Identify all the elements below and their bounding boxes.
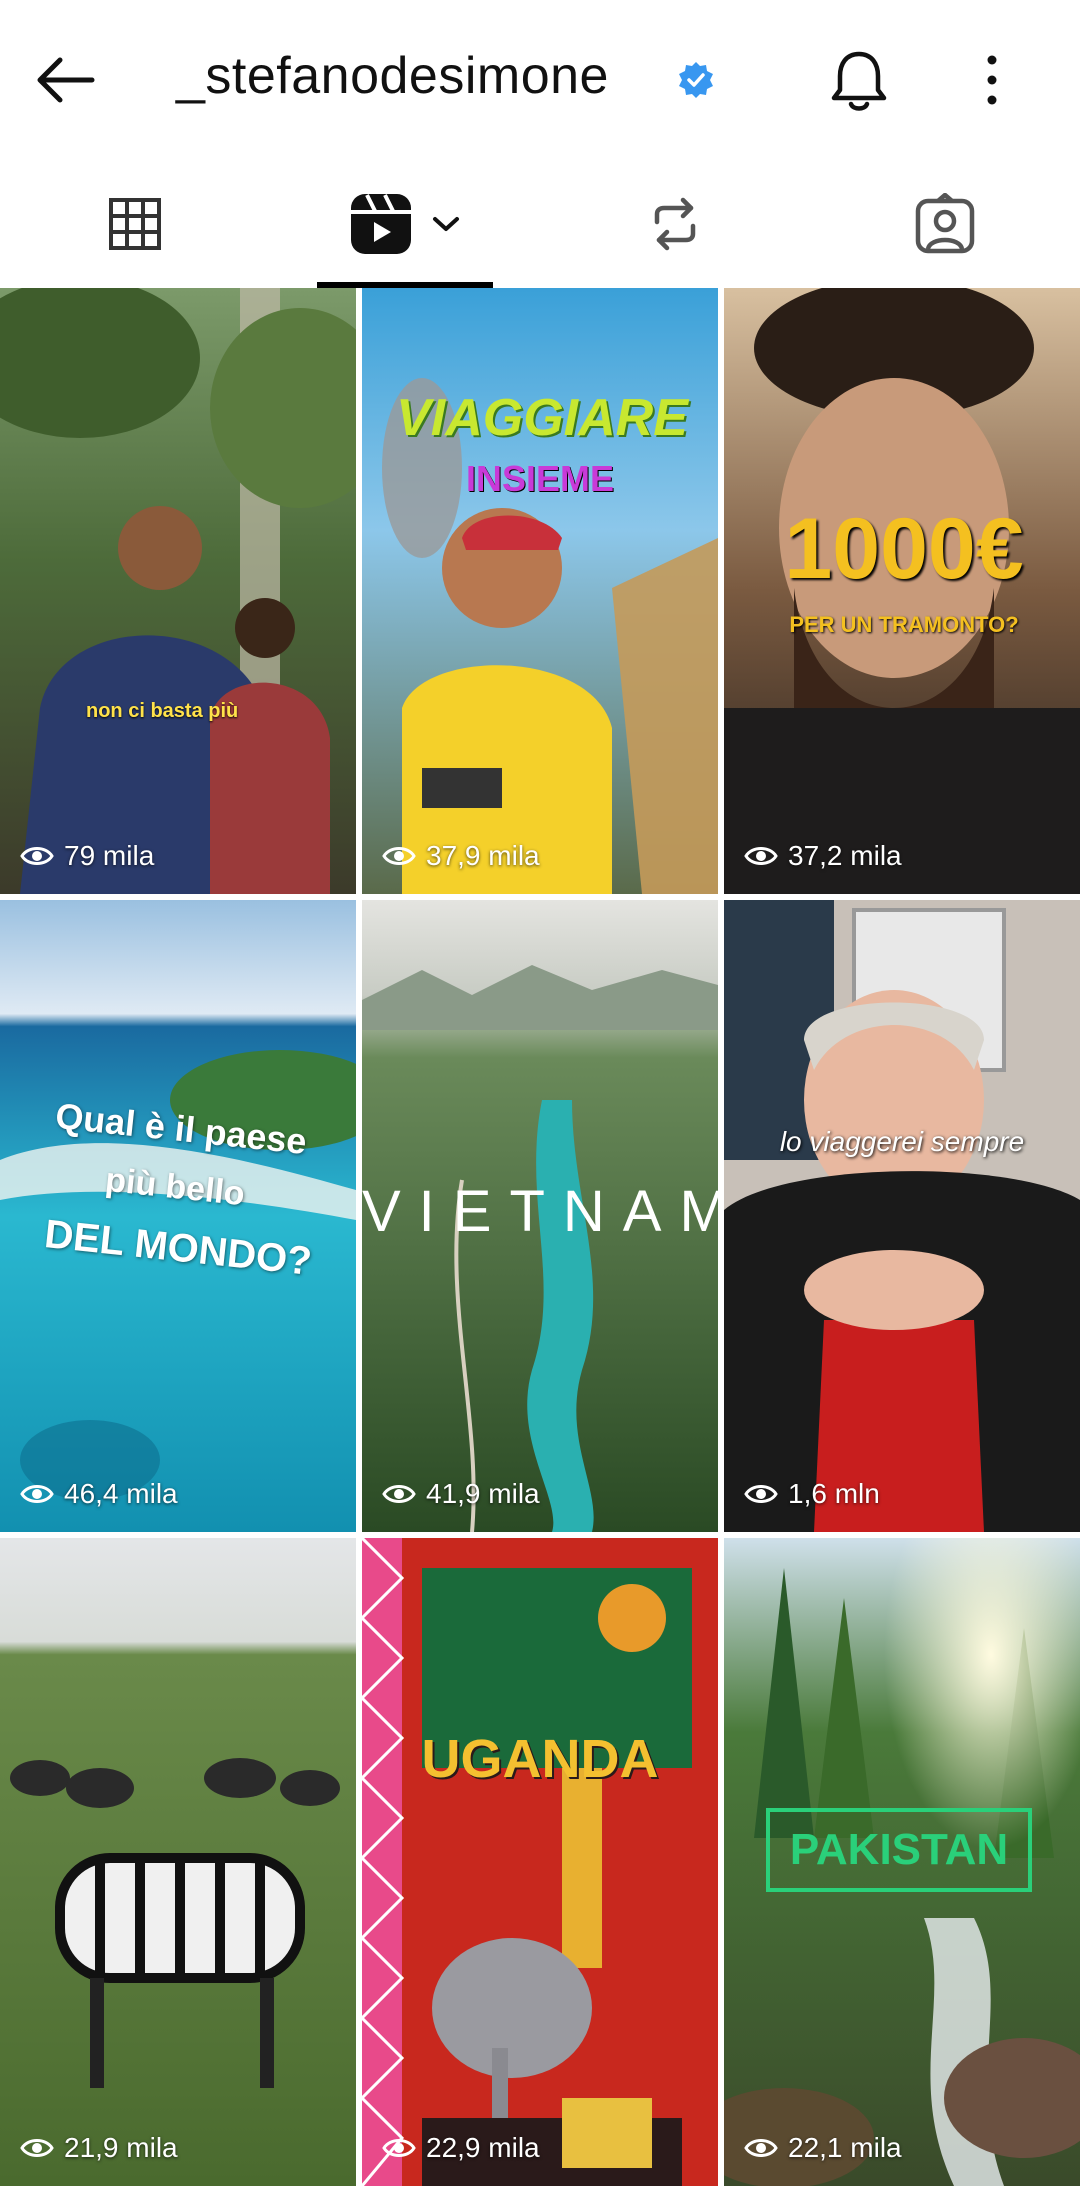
eye-icon	[382, 1485, 416, 1503]
view-count-text: 46,4 mila	[64, 1478, 178, 1509]
reel-thumbnail	[0, 1538, 356, 2186]
reel-tile[interactable]: Qual è il paese più bello DEL MONDO? 46,…	[0, 900, 356, 1532]
reel-caption-overlay: non ci basta più	[86, 700, 239, 722]
view-count-text: 37,9 mila	[426, 840, 540, 871]
view-count: 41,9 mila	[382, 1478, 540, 1510]
chevron-down-icon[interactable]	[431, 214, 461, 234]
view-count: 22,1 mila	[744, 2132, 902, 2164]
view-count-text: 21,9 mila	[64, 2132, 178, 2163]
view-count-text: 1,6 mln	[788, 1478, 880, 1509]
reels-icon	[351, 194, 411, 254]
view-count: 37,9 mila	[382, 840, 540, 872]
reel-thumbnail	[362, 1538, 718, 2186]
profile-username: _stefanodesimone	[176, 47, 609, 105]
reel-thumbnail	[724, 900, 1080, 1532]
view-count-text: 22,9 mila	[426, 2132, 540, 2163]
view-count-text: 37,2 mila	[788, 840, 902, 871]
view-count: 21,9 mila	[20, 2132, 178, 2164]
reel-tile[interactable]: 1000€ PER UN TRAMONTO? 37,2 mila	[724, 288, 1080, 894]
reel-title: VIETNAM	[362, 1179, 718, 1244]
reel-title: UGANDA	[421, 1729, 659, 1789]
view-count: 79 mila	[20, 840, 154, 872]
eye-icon	[744, 1485, 778, 1503]
grid-icon	[109, 198, 161, 250]
eye-icon	[20, 1485, 54, 1503]
view-count-text: 41,9 mila	[426, 1478, 540, 1509]
reel-tile[interactable]: non ci basta più 79 mila	[0, 288, 356, 894]
reel-tile[interactable]: 21,9 mila	[0, 1538, 356, 2186]
tab-tagged[interactable]	[810, 160, 1080, 288]
more-options-icon[interactable]	[970, 50, 1014, 110]
view-count: 22,9 mila	[382, 2132, 540, 2164]
tab-reposts[interactable]	[540, 160, 810, 288]
back-arrow-icon[interactable]	[30, 50, 100, 110]
reels-grid: non ci basta più 79 mila VIAGGIARE INSIE…	[0, 288, 1080, 2186]
reel-title-box: PAKISTAN	[766, 1808, 1032, 1892]
reposts-icon	[654, 197, 696, 251]
view-count-text: 79 mila	[64, 840, 155, 871]
verified-badge-icon	[679, 62, 713, 98]
reel-caption-overlay: lo viaggerei sempre	[779, 1126, 1025, 1157]
eye-icon	[744, 2139, 778, 2157]
view-count-text: 22,1 mila	[788, 2132, 902, 2163]
view-count: 1,6 mln	[744, 1478, 880, 1510]
reel-tile[interactable]: PAKISTAN 22,1 mila	[724, 1538, 1080, 2186]
view-count: 37,2 mila	[744, 840, 902, 872]
eye-icon	[382, 847, 416, 865]
reel-thumbnail	[362, 288, 718, 894]
reel-title-line1: 1000€	[784, 501, 1024, 597]
eye-icon	[20, 2139, 54, 2157]
reel-title: PAKISTAN	[789, 1825, 1009, 1874]
profile-header: _stefanodesimone	[0, 0, 1080, 160]
profile-tabs	[0, 160, 1080, 288]
reel-title-line2: INSIEME	[465, 458, 615, 499]
eye-icon	[20, 847, 54, 865]
tab-reels[interactable]	[270, 160, 540, 288]
eye-icon	[744, 847, 778, 865]
notification-bell-icon[interactable]	[824, 46, 894, 116]
tagged-icon	[915, 193, 975, 254]
reel-tile[interactable]: VIAGGIARE INSIEME 37,9 mila	[362, 288, 718, 894]
reel-title-line2: PER UN TRAMONTO?	[789, 612, 1019, 637]
reel-tile[interactable]: VIETNAM 41,9 mila	[362, 900, 718, 1532]
reel-title-line1: VIAGGIARE	[396, 389, 688, 447]
eye-icon	[382, 2139, 416, 2157]
reel-tile[interactable]: lo viaggerei sempre 1,6 mln	[724, 900, 1080, 1532]
reel-thumbnail	[0, 288, 356, 894]
tab-posts-grid[interactable]	[0, 160, 270, 288]
view-count: 46,4 mila	[20, 1478, 178, 1510]
reel-tile[interactable]: UGANDA 22,9 mila	[362, 1538, 718, 2186]
